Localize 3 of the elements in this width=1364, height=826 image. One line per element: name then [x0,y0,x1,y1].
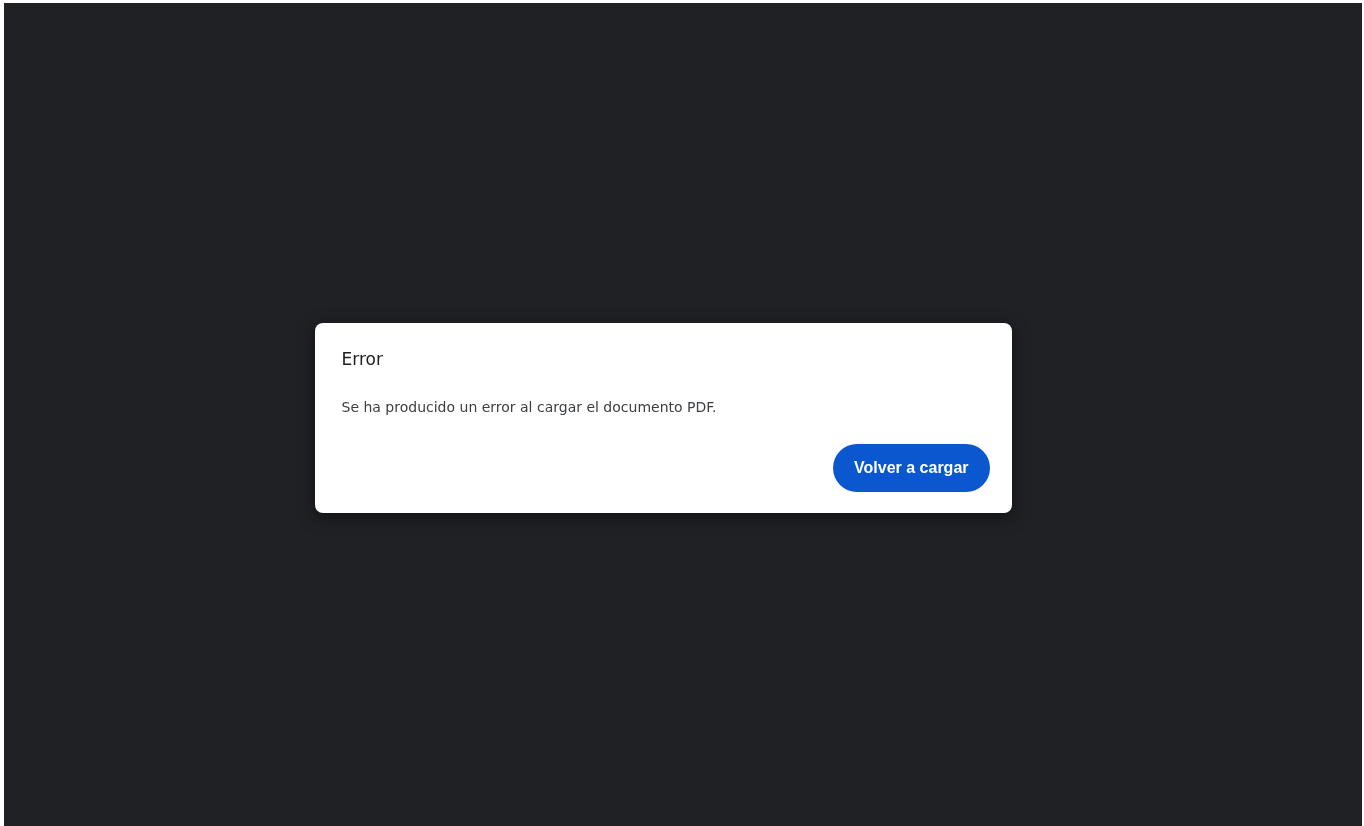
dialog-title: Error [341,347,384,371]
reload-button[interactable]: Volver a cargar [833,443,990,492]
error-message: Se ha producido un error al cargar el documento PDF. [341,397,718,417]
